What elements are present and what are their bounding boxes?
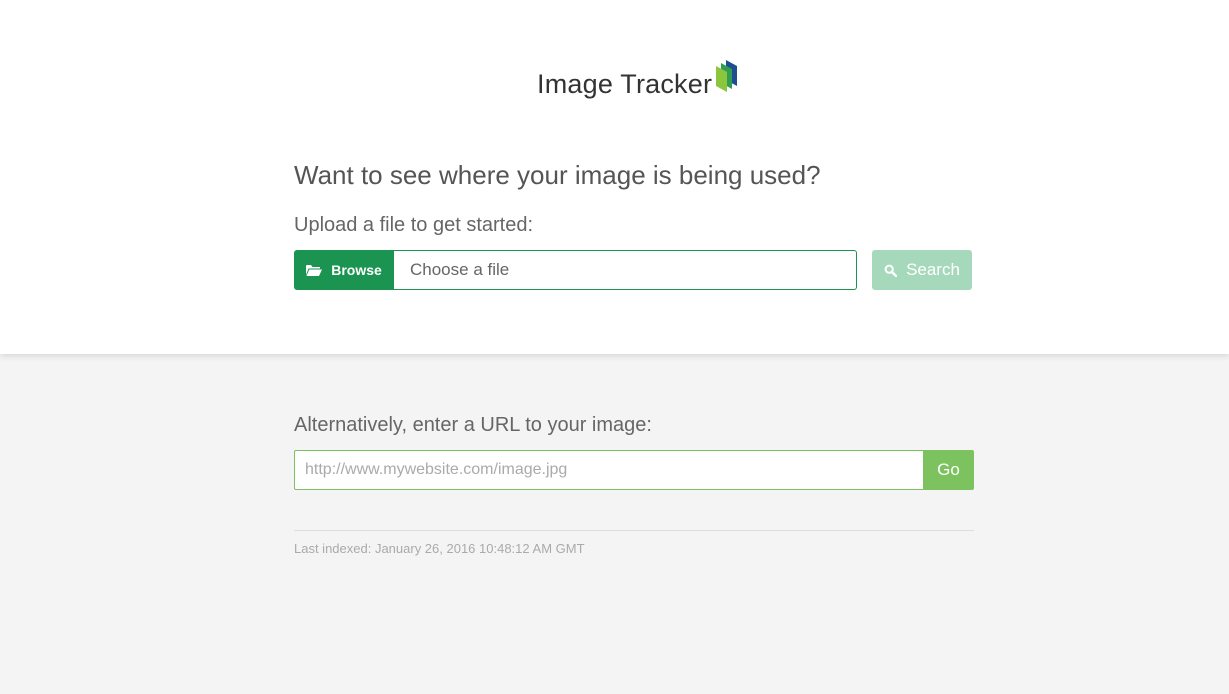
browse-button-label: Browse — [331, 262, 382, 278]
divider — [294, 530, 974, 531]
app-logo: Image Tracker — [537, 60, 739, 106]
upload-label: Upload a file to get started: — [294, 214, 534, 236]
last-indexed-text: Last indexed: January 26, 2016 10:48:12 … — [294, 541, 585, 556]
folder-open-icon — [306, 264, 323, 276]
upload-panel: Image Tracker Want to see where your ima… — [0, 0, 1229, 354]
url-label: Alternatively, enter a URL to your image… — [294, 414, 652, 436]
url-input[interactable] — [294, 450, 923, 490]
browse-button[interactable]: Browse — [294, 250, 394, 290]
go-button[interactable]: Go — [923, 450, 974, 490]
file-picker: Browse Choose a file — [294, 250, 857, 290]
app-logo-text: Image Tracker — [537, 69, 713, 99]
file-field[interactable]: Choose a file — [394, 250, 857, 290]
stacked-books-icon — [715, 60, 739, 92]
file-field-placeholder: Choose a file — [410, 260, 510, 279]
page-title: Want to see where your image is being us… — [294, 160, 821, 190]
search-button-label: Search — [906, 260, 960, 279]
search-button[interactable]: Search — [872, 250, 972, 290]
search-icon — [884, 264, 898, 277]
url-form: Go — [294, 450, 974, 490]
